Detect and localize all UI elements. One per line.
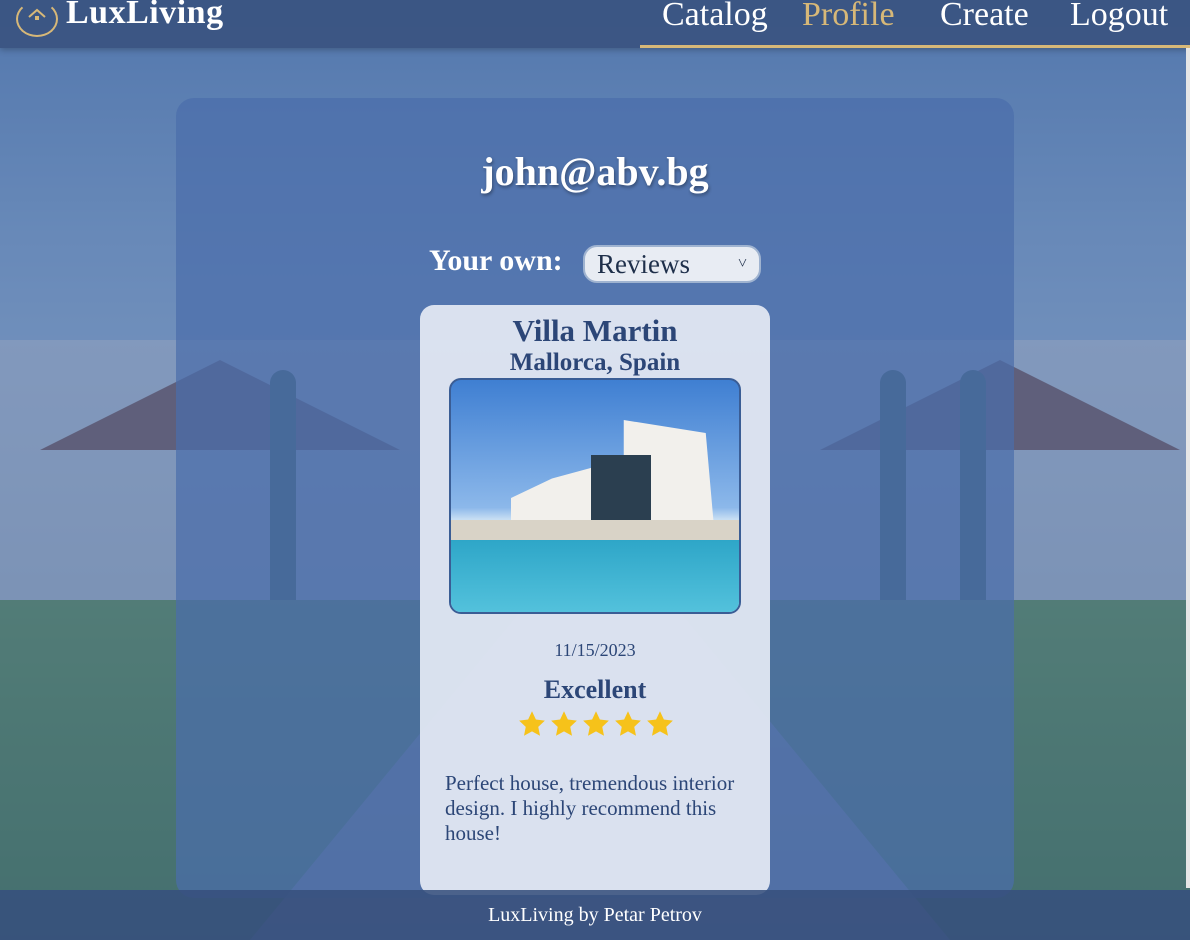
house-logo-icon bbox=[16, 1, 58, 37]
chevron-down-icon: ˅ bbox=[737, 255, 747, 272]
review-rating-label: Excellent bbox=[543, 675, 647, 704]
rating-stars bbox=[517, 709, 677, 743]
profile-email: john@abv.bg bbox=[481, 149, 709, 194]
nav-create-link[interactable]: Create bbox=[940, 0, 1029, 34]
property-photo[interactable] bbox=[449, 378, 741, 614]
brand-logo[interactable]: LuxLiving bbox=[16, 0, 224, 40]
review-date: 11/15/2023 bbox=[554, 640, 636, 660]
own-filter-selected-value: Reviews bbox=[597, 248, 690, 279]
nav-catalog-link[interactable]: Catalog bbox=[662, 0, 768, 34]
page-scrollbar[interactable] bbox=[1186, 48, 1190, 888]
nav-profile-link[interactable]: Profile bbox=[802, 0, 895, 34]
review-property-location: Mallorca, Spain bbox=[509, 349, 681, 376]
nav-logout-link[interactable]: Logout bbox=[1070, 0, 1168, 34]
star-icon bbox=[583, 711, 609, 736]
star-icon bbox=[615, 711, 641, 736]
star-icon bbox=[551, 711, 577, 736]
review-card[interactable]: Villa Martin Mallorca, Spain 11/15/2023 … bbox=[420, 305, 770, 895]
page-footer: LuxLiving by Petar Petrov bbox=[0, 890, 1190, 940]
footer-credit: LuxLiving by Petar Petrov bbox=[488, 903, 702, 926]
review-property-title: Villa Martin bbox=[512, 313, 678, 348]
star-icon bbox=[647, 711, 673, 736]
own-filter-label: Your own: bbox=[429, 244, 563, 277]
main-nav: Catalog Profile Create Logout bbox=[640, 0, 1190, 48]
own-filter-select[interactable]: Reviews ˅ bbox=[583, 245, 761, 283]
brand-name: LuxLiving bbox=[66, 0, 224, 31]
star-icon bbox=[519, 711, 545, 736]
review-text: Perfect house, tremendous interior desig… bbox=[445, 771, 735, 845]
top-navbar: LuxLiving Catalog Profile Create Logout bbox=[0, 0, 1190, 48]
